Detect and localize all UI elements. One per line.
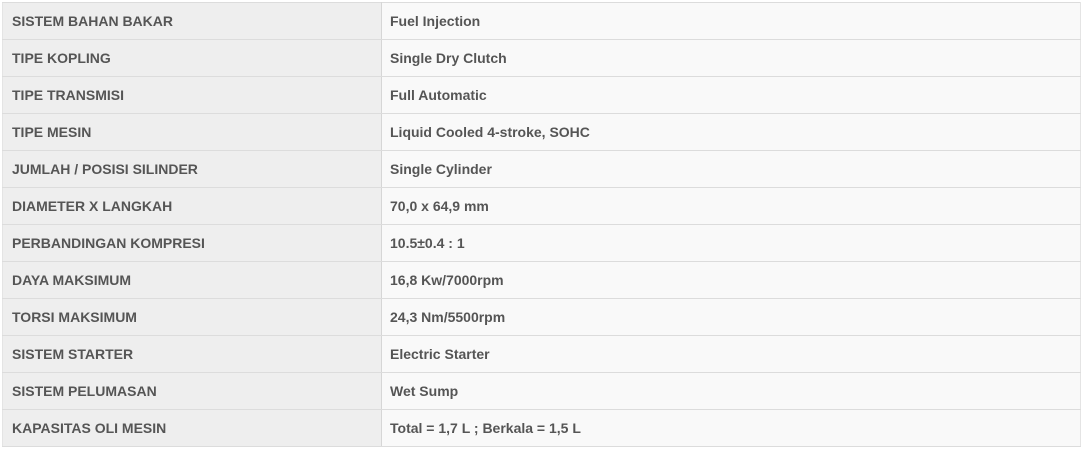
spec-label: JUMLAH / POSISI SILINDER: [2, 150, 382, 188]
spec-label: DAYA MAKSIMUM: [2, 261, 382, 299]
spec-label: SISTEM BAHAN BAKAR: [2, 2, 382, 40]
table-row: SISTEM PELUMASAN Wet Sump: [2, 372, 1081, 410]
spec-label: TORSI MAKSIMUM: [2, 298, 382, 336]
spec-value: 16,8 Kw/7000rpm: [381, 261, 1081, 299]
spec-label: SISTEM STARTER: [2, 335, 382, 373]
spec-value: Electric Starter: [381, 335, 1081, 373]
spec-value: Single Dry Clutch: [381, 39, 1081, 77]
table-row: SISTEM BAHAN BAKAR Fuel Injection: [2, 2, 1081, 40]
table-row: JUMLAH / POSISI SILINDER Single Cylinder: [2, 150, 1081, 188]
spec-value: 70,0 x 64,9 mm: [381, 187, 1081, 225]
spec-label: PERBANDINGAN KOMPRESI: [2, 224, 382, 262]
spec-label: TIPE KOPLING: [2, 39, 382, 77]
spec-label: TIPE MESIN: [2, 113, 382, 151]
spec-value: Full Automatic: [381, 76, 1081, 114]
spec-value: 24,3 Nm/5500rpm: [381, 298, 1081, 336]
spec-value: Single Cylinder: [381, 150, 1081, 188]
table-row: TIPE TRANSMISI Full Automatic: [2, 76, 1081, 114]
spec-label: SISTEM PELUMASAN: [2, 372, 382, 410]
spec-value: Fuel Injection: [381, 2, 1081, 40]
table-row: DIAMETER X LANGKAH 70,0 x 64,9 mm: [2, 187, 1081, 225]
spec-value: Liquid Cooled 4-stroke, SOHC: [381, 113, 1081, 151]
table-row: TIPE MESIN Liquid Cooled 4-stroke, SOHC: [2, 113, 1081, 151]
spec-value: Total = 1,7 L ; Berkala = 1,5 L: [381, 409, 1081, 447]
spec-value: 10.5±0.4 : 1: [381, 224, 1081, 262]
table-row: KAPASITAS OLI MESIN Total = 1,7 L ; Berk…: [2, 409, 1081, 447]
spec-value: Wet Sump: [381, 372, 1081, 410]
table-row: DAYA MAKSIMUM 16,8 Kw/7000rpm: [2, 261, 1081, 299]
spec-label: TIPE TRANSMISI: [2, 76, 382, 114]
table-row: TIPE KOPLING Single Dry Clutch: [2, 39, 1081, 77]
table-row: TORSI MAKSIMUM 24,3 Nm/5500rpm: [2, 298, 1081, 336]
spec-label: DIAMETER X LANGKAH: [2, 187, 382, 225]
table-row: SISTEM STARTER Electric Starter: [2, 335, 1081, 373]
spec-label: KAPASITAS OLI MESIN: [2, 409, 382, 447]
table-row: PERBANDINGAN KOMPRESI 10.5±0.4 : 1: [2, 224, 1081, 262]
spec-table: SISTEM BAHAN BAKAR Fuel Injection TIPE K…: [2, 2, 1081, 447]
